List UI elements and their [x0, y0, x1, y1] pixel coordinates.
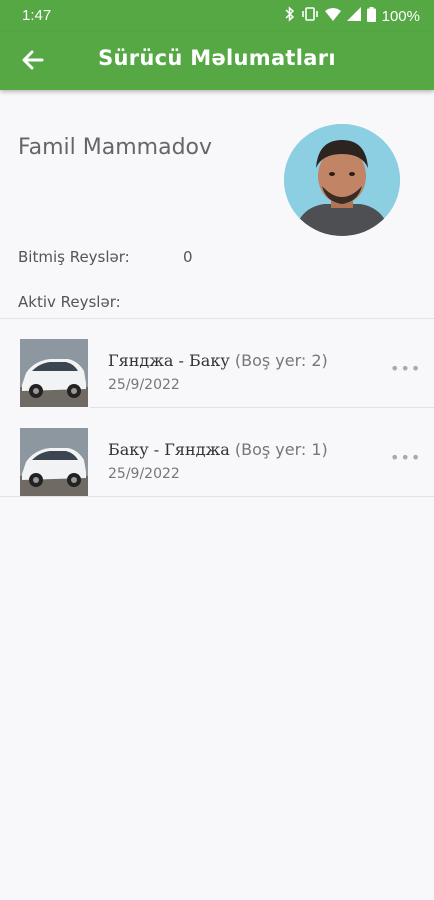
vibrate-icon	[301, 7, 319, 25]
trip-list: Гянджа - Баку (Boş yer: 2) 25/9/2022 •••…	[0, 318, 434, 497]
car-image	[20, 428, 88, 496]
trip-route: Баку - Гянджа (Boş yer: 1)	[108, 440, 328, 459]
app-bar: Sürücü Məlumatları	[0, 32, 434, 90]
completed-trips-label: Bitmiş Reyslər:	[18, 248, 130, 266]
completed-trips-value: 0	[183, 248, 193, 266]
trip-route: Гянджа - Баку (Boş yer: 2)	[108, 351, 328, 370]
trip-date: 25/9/2022	[108, 377, 180, 393]
trip-seats: (Boş yer: 2)	[234, 351, 328, 370]
status-time: 1:47	[22, 7, 52, 24]
trip-date: 25/9/2022	[108, 466, 180, 482]
battery-icon	[366, 6, 376, 26]
list-item[interactable]: Гянджа - Баку (Boş yer: 2) 25/9/2022 •••	[0, 319, 434, 407]
avatar	[284, 124, 400, 236]
list-item[interactable]: Баку - Гянджа (Boş yer: 1) 25/9/2022 •••	[20, 407, 434, 496]
bluetooth-icon	[285, 6, 295, 26]
more-horizontal-icon[interactable]: •••	[390, 448, 421, 467]
signal-icon	[346, 7, 361, 25]
page-title: Sürücü Məlumatları	[98, 46, 336, 70]
battery-percent: 100%	[381, 7, 420, 25]
active-trips-label: Aktiv Reyslər:	[18, 293, 121, 311]
car-image	[20, 339, 88, 407]
trip-seats: (Boş yer: 1)	[234, 440, 328, 459]
status-bar: 1:47 100%	[0, 0, 434, 32]
status-icons: 100%	[285, 6, 420, 26]
wifi-icon	[324, 7, 341, 25]
more-horizontal-icon[interactable]: •••	[390, 359, 421, 378]
driver-name: Famil Mammadov	[18, 135, 213, 160]
